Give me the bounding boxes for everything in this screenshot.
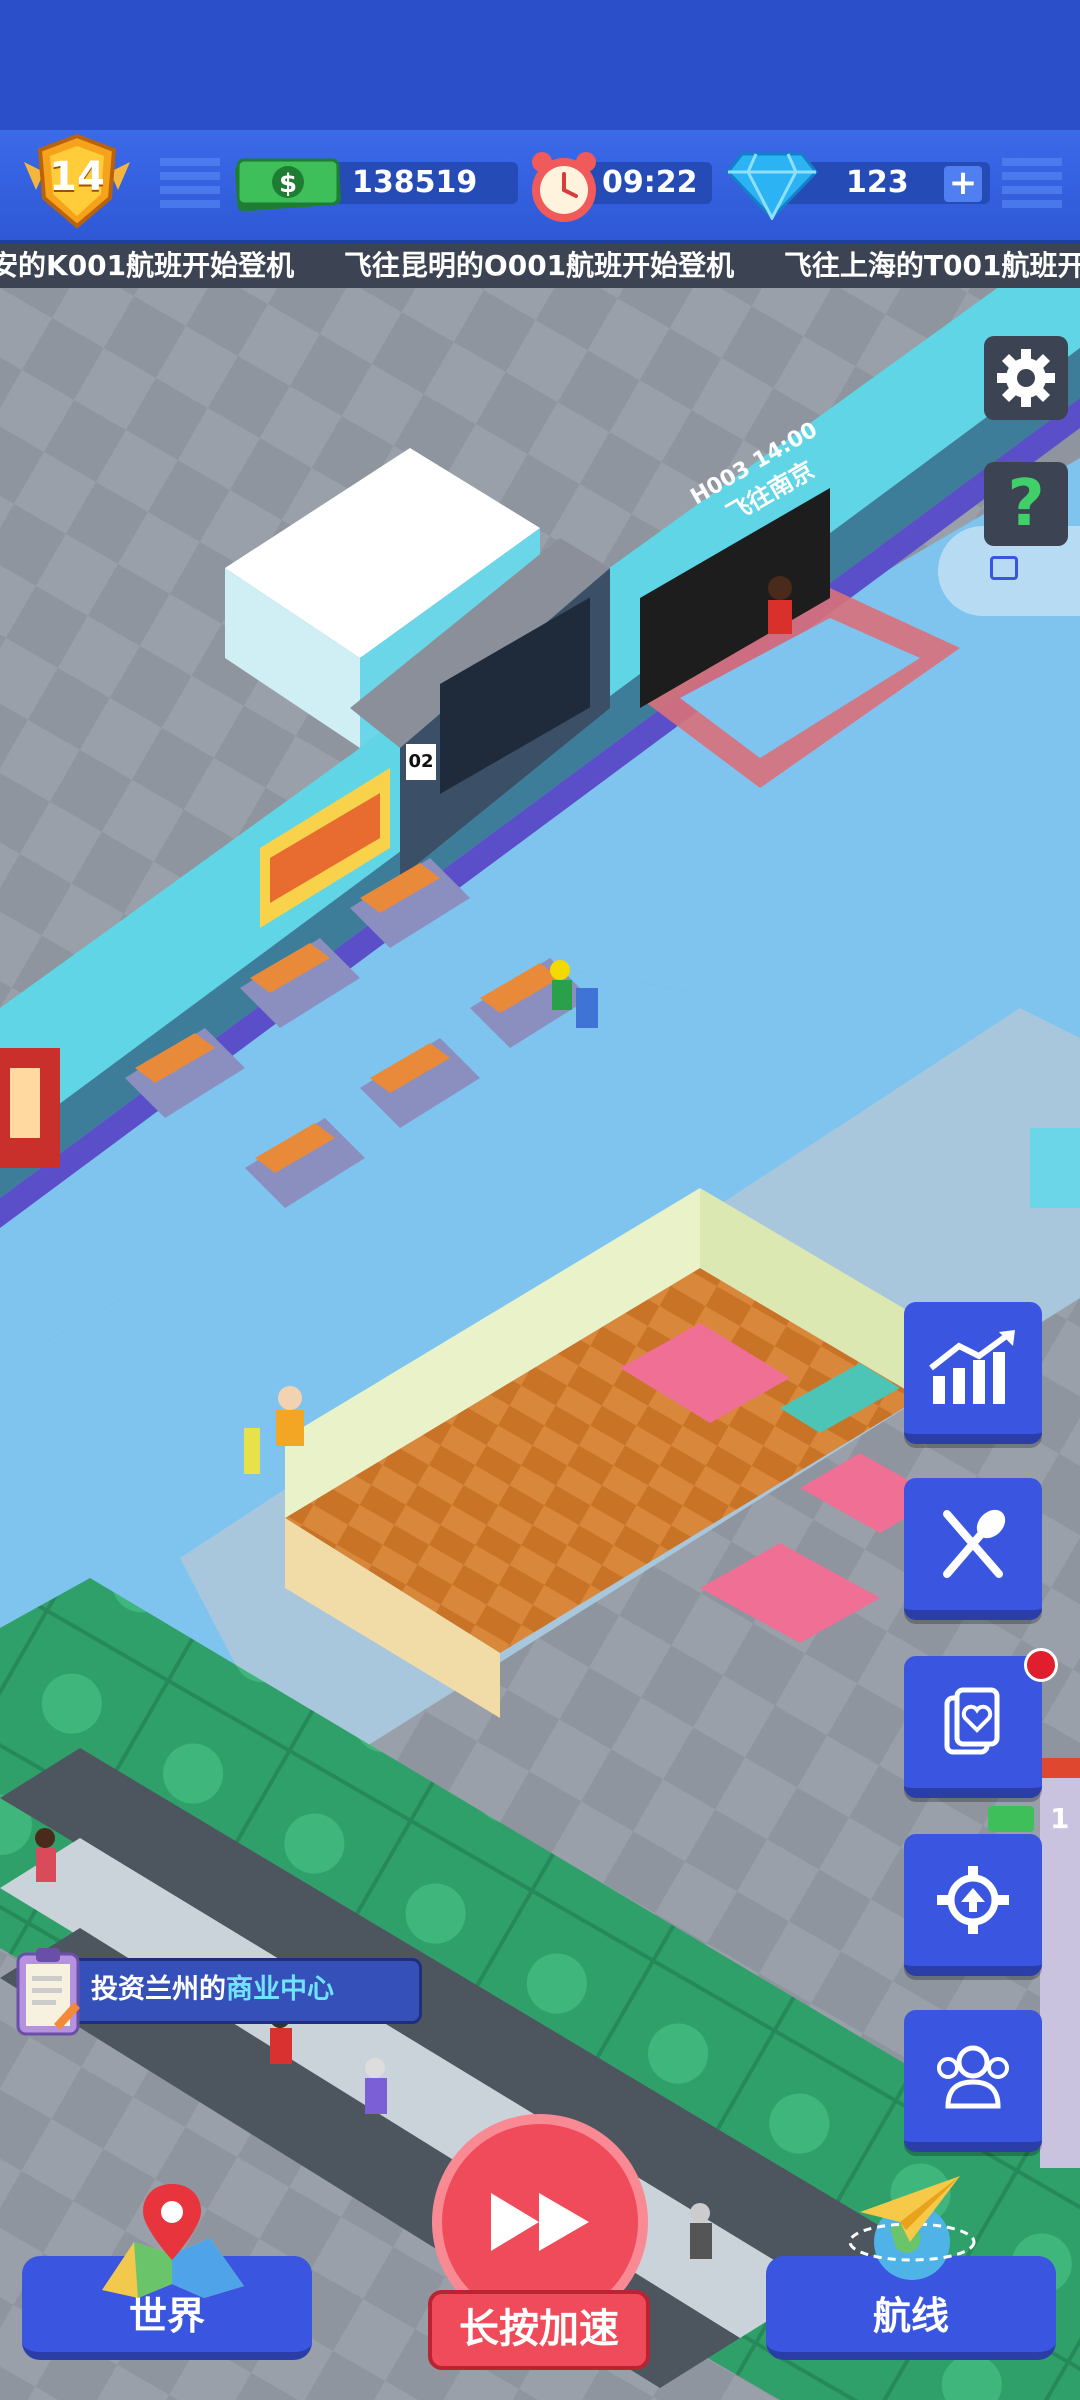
ticker-item: 安的K001航班开始登机 <box>0 249 295 282</box>
chat-icon <box>990 556 1018 580</box>
question-icon: ? <box>1007 467 1045 541</box>
news-ticker: 安的K001航班开始登机 飞往昆明的O001航班开始登机 飞往上海的T001航班… <box>0 244 1080 288</box>
help-button[interactable]: ? <box>984 462 1068 546</box>
upgrade-gear-icon <box>937 1866 1009 1934</box>
svg-text:$: $ <box>279 169 297 199</box>
gem-count: 123 <box>846 165 909 200</box>
staff-people-icon <box>937 2045 1009 2109</box>
service-button[interactable] <box>904 1656 1042 1798</box>
routes-button-label: 航线 <box>872 2294 949 2338</box>
ticker-item: 飞往上海的T001航班开始登 <box>783 249 1080 282</box>
paper-plane-globe-icon <box>840 2172 980 2292</box>
quest-text-highlight: 商业中心 <box>226 1974 334 2005</box>
cash-display: 138519 <box>318 162 518 204</box>
restaurant-button[interactable] <box>904 1478 1042 1620</box>
notification-dot <box>1024 1648 1058 1682</box>
cash-amount: 138519 <box>352 165 478 200</box>
level-badge[interactable]: 14 <box>14 132 140 232</box>
quest-banner[interactable]: 投资兰州的商业中心 <box>30 1958 422 2024</box>
clipboard-icon <box>14 1944 84 2040</box>
income-floating-text: 1 <box>1050 1802 1070 1835</box>
clock-time: 09:22 <box>602 165 698 200</box>
stats-chart-icon <box>929 1330 1015 1404</box>
stats-button[interactable] <box>904 1302 1042 1444</box>
ticker-item: 飞往昆明的O001航班开始登机 <box>343 249 735 282</box>
upgrade-button[interactable] <box>904 1834 1042 1976</box>
quest-text-prefix: 投资兰州的 <box>91 1974 226 2005</box>
staff-button[interactable] <box>904 2010 1042 2152</box>
map-pin-icon <box>94 2180 250 2300</box>
fast-forward-icon <box>491 2193 589 2251</box>
status-band <box>0 0 1080 130</box>
ticker-text: 安的K001航班开始登机 飞往昆明的O001航班开始登机 飞往上海的T001航班… <box>0 244 1080 288</box>
cash-icon: $ <box>232 154 344 214</box>
fork-spoon-icon <box>943 1509 1006 1578</box>
diamond-icon <box>726 150 818 222</box>
gate-number: 02 <box>406 744 436 780</box>
add-gems-button[interactable]: + <box>944 166 982 202</box>
decor-stripes-left <box>160 158 220 212</box>
alarm-clock-icon <box>526 148 602 224</box>
speed-up-label: 长按加速 <box>428 2290 650 2370</box>
level-number: 14 <box>49 154 105 200</box>
feedback-heart-icon <box>944 1687 1000 1755</box>
decor-stripes-right <box>1002 158 1062 212</box>
gear-icon <box>997 349 1055 407</box>
top-hud: 14 138519 $ 09:22 123 + <box>0 130 1080 244</box>
settings-button[interactable] <box>984 336 1068 420</box>
